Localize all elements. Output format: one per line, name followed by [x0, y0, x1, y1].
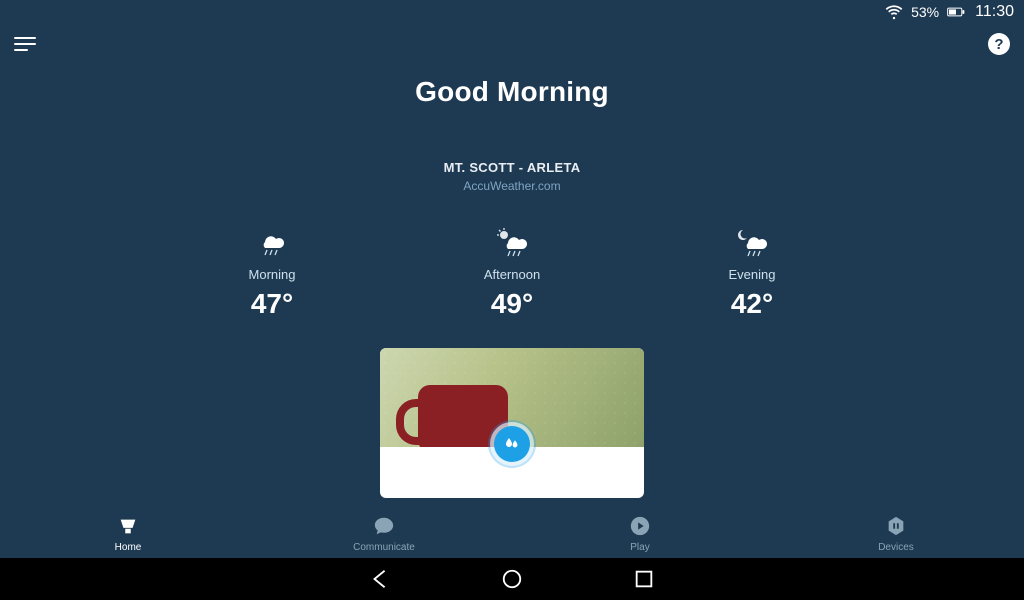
- play-icon: [629, 515, 651, 540]
- nav-home-button[interactable]: [501, 568, 523, 590]
- tab-label: Play: [630, 542, 649, 553]
- battery-percent: 53%: [911, 4, 939, 20]
- tab-communicate[interactable]: Communicate: [256, 510, 512, 558]
- rain-icon: [255, 227, 289, 257]
- forecast-label: Afternoon: [484, 267, 540, 282]
- nav-back-button[interactable]: [369, 568, 391, 590]
- main-content: Good Morning MT. SCOTT - ARLETA AccuWeat…: [0, 64, 1024, 510]
- tab-home[interactable]: Home: [0, 510, 256, 558]
- forecast-temp: 49°: [491, 288, 533, 320]
- content-card[interactable]: [380, 348, 644, 498]
- forecast-afternoon: Afternoon 49°: [392, 227, 632, 320]
- nav-recent-button[interactable]: [633, 568, 655, 590]
- forecast-label: Evening: [729, 267, 776, 282]
- forecast-row: Morning 47° Afternoon 49°: [152, 227, 872, 320]
- tab-label: Home: [115, 542, 142, 553]
- bottom-tab-bar: Home Communicate Play Devices: [0, 510, 1024, 558]
- weather-source-link[interactable]: AccuWeather.com: [463, 179, 560, 193]
- location-label: MT. SCOTT - ARLETA: [444, 160, 581, 175]
- greeting-title: Good Morning: [415, 76, 609, 108]
- forecast-evening: Evening 42°: [632, 227, 872, 320]
- forecast-temp: 42°: [731, 288, 773, 320]
- menu-icon[interactable]: [14, 37, 36, 51]
- raindrops-icon: [494, 426, 530, 462]
- home-icon: [117, 515, 139, 540]
- wifi-icon: [885, 3, 903, 21]
- top-bar: ?: [0, 24, 1024, 64]
- partly-rain-icon: [492, 227, 532, 257]
- forecast-label: Morning: [249, 267, 296, 282]
- forecast-temp: 47°: [251, 288, 293, 320]
- status-clock: 11:30: [975, 3, 1014, 21]
- forecast-morning: Morning 47°: [152, 227, 392, 320]
- help-button[interactable]: ?: [988, 33, 1010, 55]
- android-nav-bar: [0, 558, 1024, 600]
- tab-label: Communicate: [353, 542, 415, 553]
- tab-play[interactable]: Play: [512, 510, 768, 558]
- devices-icon: [885, 515, 907, 540]
- night-rain-icon: [732, 227, 772, 257]
- chat-icon: [373, 515, 395, 540]
- battery-icon: [947, 3, 965, 21]
- tab-devices[interactable]: Devices: [768, 510, 1024, 558]
- tab-label: Devices: [878, 542, 914, 553]
- status-bar: 53% 11:30: [0, 0, 1024, 24]
